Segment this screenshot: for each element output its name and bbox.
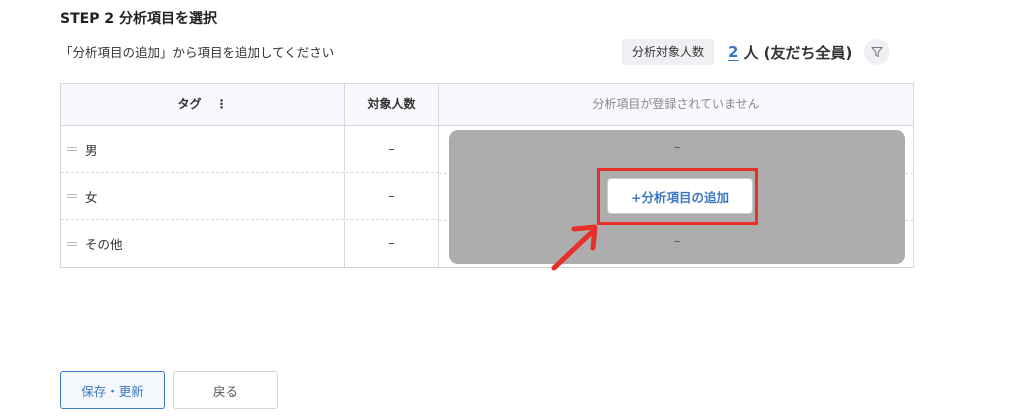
filter-icon [871,47,883,57]
header-empty-message: 分析項目が登録されていません [592,97,760,111]
arrow-annotation-icon [551,224,598,271]
highlight-annotation-box [597,168,758,225]
row-count: – [345,173,439,219]
step-title: STEP 2 分析項目を選択 [60,11,217,27]
target-count-value[interactable]: 2 [728,43,738,61]
table-header: タグ ⋮ 対象人数 分析項目が登録されていません [61,84,913,126]
instruction-text: 「分析項目の追加」から項目を追加してください [60,45,335,60]
row-tag-label: その他 [85,237,123,252]
overlay-row-value: – [673,234,681,249]
overlay-row-value: – [673,140,681,155]
row-count: – [345,126,439,172]
drag-handle-icon[interactable] [67,145,77,153]
table-row: その他 – [61,220,439,267]
row-count: – [345,220,439,267]
header-tag-label: タグ [177,97,202,111]
back-button[interactable]: 戻る [173,371,278,409]
target-count-unit: 人 (友だち全員) [743,43,853,62]
header-tag: タグ ⋮ [61,84,345,125]
filter-button[interactable] [864,39,891,65]
row-tag-label: 女 [85,189,98,205]
header-count: 対象人数 [345,84,439,125]
kebab-menu-icon[interactable]: ⋮ [216,97,228,111]
row-tag-label: 男 [85,142,98,158]
table-row: 女 – [61,173,439,220]
save-update-button[interactable]: 保存・更新 [60,371,165,409]
drag-handle-icon[interactable] [67,240,77,248]
table-row: 男 – [61,126,439,173]
target-count-area: 分析対象人数 2 人 (友だち全員) [622,38,891,66]
target-count-label: 分析対象人数 [622,39,715,65]
drag-handle-icon[interactable] [67,192,77,200]
